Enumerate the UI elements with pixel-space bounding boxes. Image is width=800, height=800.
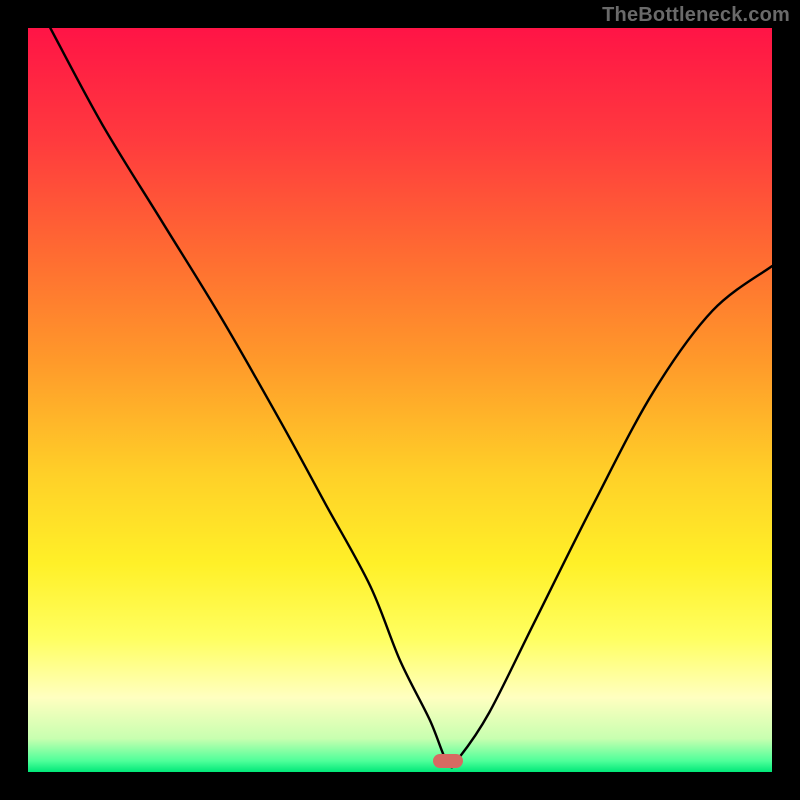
background-gradient — [28, 28, 772, 772]
optimum-marker — [433, 754, 463, 768]
plot-area — [28, 28, 772, 772]
chart-frame: TheBottleneck.com — [0, 0, 800, 800]
watermark-text: TheBottleneck.com — [602, 4, 790, 27]
